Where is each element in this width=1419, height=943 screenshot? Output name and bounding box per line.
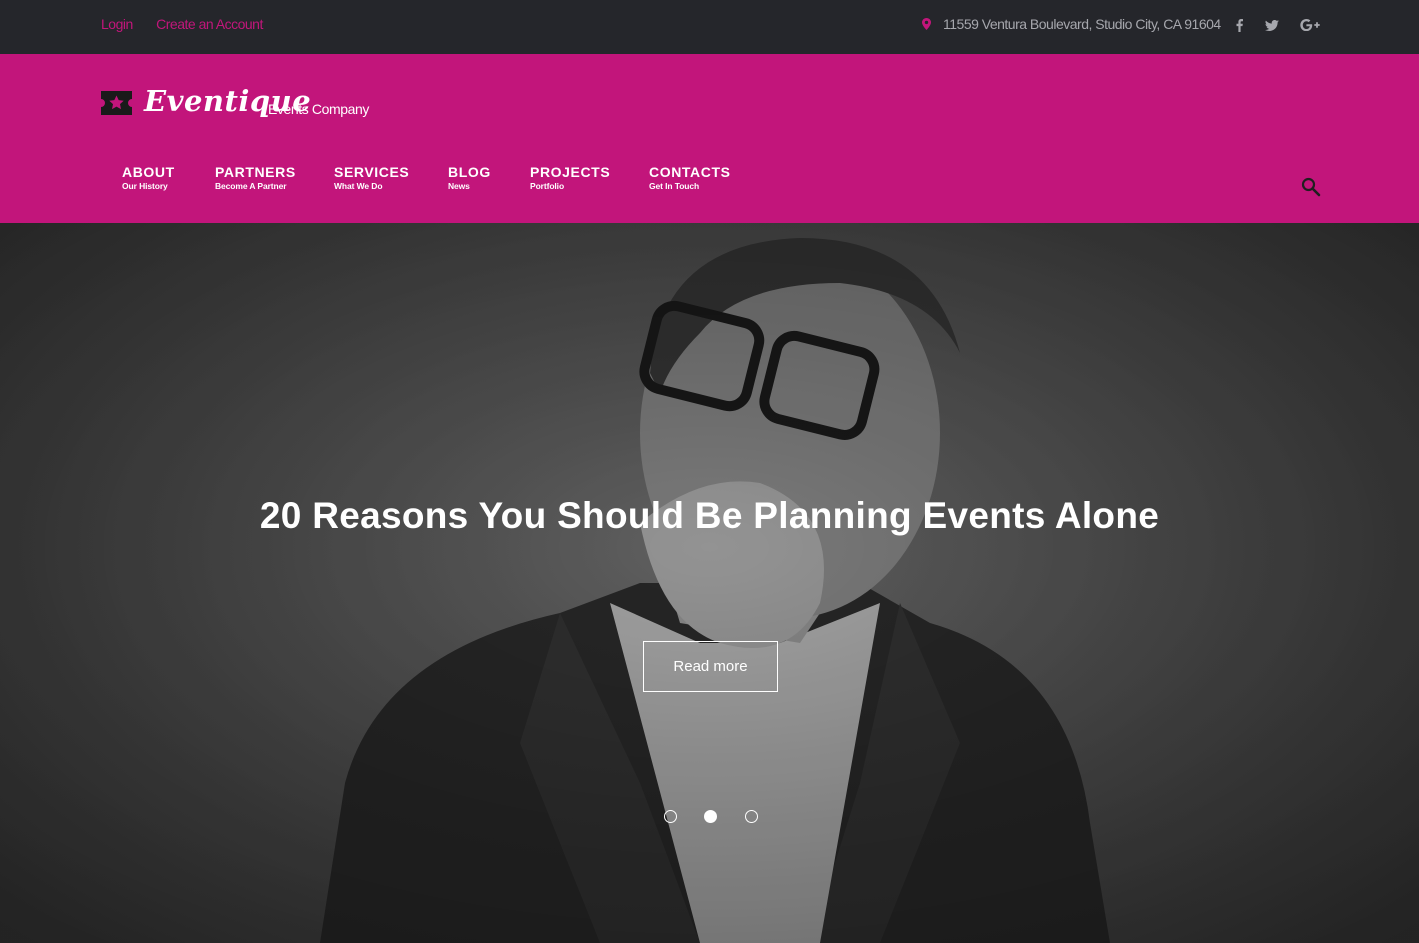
map-pin-icon bbox=[922, 18, 931, 30]
nav-label: PROJECTS bbox=[530, 164, 611, 180]
hero-image bbox=[0, 223, 1419, 943]
slider-dot-2[interactable] bbox=[704, 810, 717, 823]
login-link[interactable]: Login bbox=[101, 16, 133, 32]
account-links: Login Create an Account bbox=[101, 16, 283, 32]
facebook-icon[interactable] bbox=[1233, 15, 1245, 35]
hero-slider: 20 Reasons You Should Be Planning Events… bbox=[0, 223, 1419, 943]
nav-sublabel: Get In Touch bbox=[649, 181, 700, 191]
nav-contacts[interactable]: CONTACTS Get In Touch bbox=[649, 163, 731, 192]
slider-dot-1[interactable] bbox=[664, 810, 677, 823]
slider-dot-3[interactable] bbox=[745, 810, 758, 823]
twitter-icon[interactable] bbox=[1264, 15, 1280, 35]
nav-label: CONTACTS bbox=[649, 164, 731, 180]
nav-about[interactable]: ABOUT Our History bbox=[122, 163, 175, 192]
address: 11559 Ventura Boulevard, Studio City, CA… bbox=[922, 16, 1221, 32]
nav-partners[interactable]: PARTNERS Become A Partner bbox=[215, 163, 296, 192]
google-plus-icon[interactable] bbox=[1299, 15, 1321, 35]
nav-projects[interactable]: PROJECTS Portfolio bbox=[530, 163, 610, 192]
nav-services[interactable]: SERVICES What We Do bbox=[334, 163, 409, 192]
main-header bbox=[0, 54, 1419, 223]
top-bar: Login Create an Account 11559 Ventura Bo… bbox=[0, 0, 1419, 54]
read-more-button[interactable]: Read more bbox=[643, 641, 778, 692]
create-account-link[interactable]: Create an Account bbox=[156, 16, 263, 32]
hero-title: 20 Reasons You Should Be Planning Events… bbox=[259, 495, 1160, 536]
address-text: 11559 Ventura Boulevard, Studio City, CA… bbox=[943, 16, 1221, 32]
nav-sublabel: Our History bbox=[122, 181, 168, 191]
nav-sublabel: Become A Partner bbox=[215, 181, 287, 191]
nav-label: PARTNERS bbox=[215, 164, 296, 180]
nav-label: ABOUT bbox=[122, 164, 175, 180]
nav-label: BLOG bbox=[448, 164, 491, 180]
search-icon[interactable] bbox=[1301, 177, 1321, 197]
nav-sublabel: News bbox=[448, 181, 470, 191]
nav-sublabel: Portfolio bbox=[530, 181, 565, 191]
nav-blog[interactable]: BLOG News bbox=[448, 163, 491, 192]
nav-sublabel: What We Do bbox=[334, 181, 383, 191]
logo-tagline: Events Company bbox=[268, 101, 370, 117]
ticket-star-icon bbox=[101, 91, 132, 115]
nav-label: SERVICES bbox=[334, 164, 410, 180]
